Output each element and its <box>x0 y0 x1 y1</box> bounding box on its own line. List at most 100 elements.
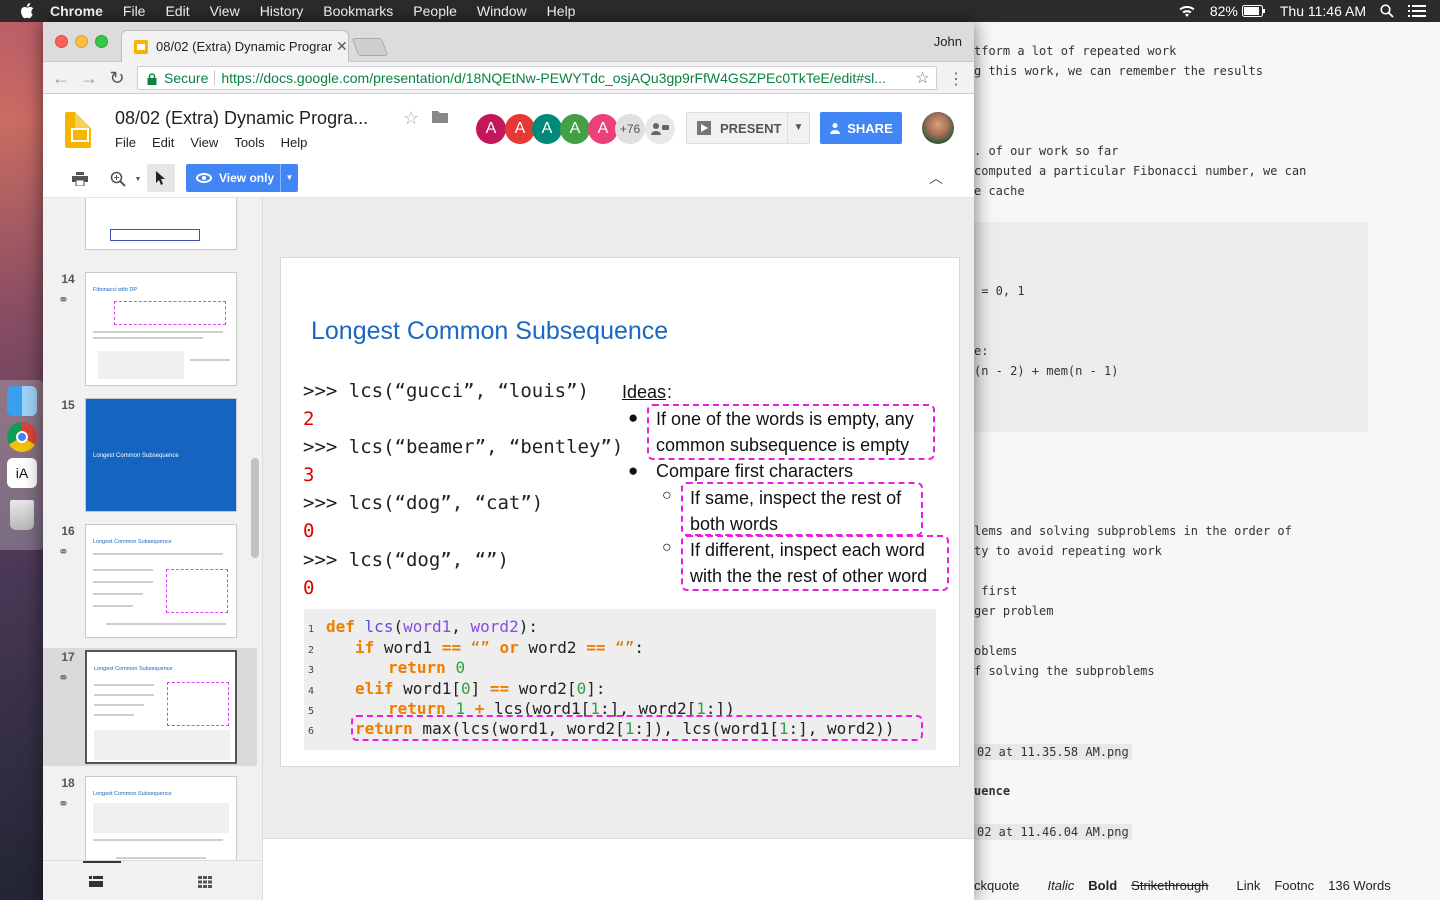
tab-close-icon[interactable]: ✕ <box>336 38 348 55</box>
link-icon[interactable]: ⚭ <box>58 670 74 686</box>
more-vertical-icon[interactable]: ⋮ <box>948 69 964 89</box>
user-avatar[interactable] <box>922 112 954 144</box>
strikethrough-button[interactable]: Strikethrough <box>1131 878 1208 893</box>
filmstrip-slide[interactable]: 14 ⚭ Fibonacci with DP <box>43 270 257 388</box>
close-window-button[interactable] <box>55 35 68 48</box>
zoom-icon[interactable] <box>107 168 129 190</box>
new-tab-button[interactable] <box>351 38 389 56</box>
filmstrip-slide-selected[interactable]: 17 ⚭ Longest Common Subsequence <box>43 648 257 766</box>
viewer-avatar[interactable]: A <box>505 114 535 144</box>
viewer-avatar[interactable]: A <box>532 114 562 144</box>
editor-heading: uence <box>974 784 1011 798</box>
profile-name[interactable]: John <box>934 34 962 49</box>
chevron-up-icon[interactable]: ︿ <box>929 168 943 188</box>
menu-edit[interactable]: Edit <box>165 3 189 19</box>
chevron-down-icon[interactable]: ▼ <box>787 113 809 143</box>
filmstrip-slide[interactable]: 15 Longest Common Subsequence <box>43 396 257 514</box>
viewer-avatar[interactable]: A <box>588 114 618 144</box>
zoom-window-button[interactable] <box>95 35 108 48</box>
document-title[interactable]: 08/02 (Extra) Dynamic Progra... <box>115 108 368 129</box>
apple-icon[interactable] <box>18 3 36 19</box>
slide-thumbnail[interactable]: Fibonacci with DP <box>85 272 237 386</box>
code-line: 3 return 0 <box>308 658 466 677</box>
menu-people[interactable]: People <box>413 3 457 19</box>
menu-help[interactable]: Help <box>547 3 576 19</box>
filmstrip-scrollbar[interactable] <box>251 458 259 558</box>
slides-menu-file[interactable]: File <box>115 135 136 150</box>
viewer-avatar[interactable]: A <box>560 114 590 144</box>
slides-menu-help[interactable]: Help <box>281 135 308 150</box>
footnote-button[interactable]: Footnc <box>1274 878 1314 893</box>
address-bar[interactable]: Secure https://docs.google.com/presentat… <box>137 66 937 90</box>
chrome-icon[interactable] <box>7 422 37 452</box>
slides-menu-view[interactable]: View <box>190 135 218 150</box>
view-only-chevron-icon[interactable]: ▼ <box>280 164 298 192</box>
slides-menu-edit[interactable]: Edit <box>152 135 174 150</box>
slides-menu-tools[interactable]: Tools <box>234 135 264 150</box>
repl-output: 0 <box>303 520 315 542</box>
secure-label: Secure <box>164 70 209 86</box>
menu-file[interactable]: File <box>123 3 146 19</box>
repl-output: 0 <box>303 577 315 599</box>
editor-format-bar: ckquote Italic Bold Strikethrough Link F… <box>972 870 1440 900</box>
more-viewers-count[interactable]: +76 <box>615 114 645 144</box>
bookmark-star-icon[interactable]: ☆ <box>915 68 929 88</box>
editor-line: g this work, we can remember the results <box>974 64 1263 78</box>
link-icon[interactable]: ⚭ <box>58 796 74 812</box>
present-button[interactable]: PRESENT ▼ <box>686 112 810 144</box>
filmstrip-slide[interactable]: 16 ⚭ Longest Common Subsequence <box>43 522 257 640</box>
slide-thumbnail[interactable]: Longest Common Subsequence <box>85 524 237 638</box>
menu-app-name[interactable]: Chrome <box>50 3 103 19</box>
clock[interactable]: Thu 11:46 AM <box>1280 3 1366 19</box>
editor-image-ref: 02 at 11.35.58 AM.png <box>974 744 1132 760</box>
editor-line: computed a particular Fibonacci number, … <box>974 164 1307 178</box>
browser-tab[interactable]: 08/02 (Extra) Dynamic Programming ✕ <box>121 30 349 62</box>
minimize-window-button[interactable] <box>75 35 88 48</box>
trash-icon[interactable] <box>10 500 34 530</box>
star-document-icon[interactable]: ☆ <box>403 108 419 129</box>
menu-bookmarks[interactable]: Bookmarks <box>323 3 393 19</box>
editor-line: e cache <box>974 184 1025 198</box>
reload-icon[interactable]: ↻ <box>107 68 127 88</box>
bold-button[interactable]: Bold <box>1088 878 1117 893</box>
repl-input: >>> lcs(“dog”, “cat”) <box>303 492 544 514</box>
move-to-folder-icon[interactable] <box>431 108 449 129</box>
spotlight-search-icon[interactable] <box>1380 4 1394 18</box>
select-cursor-icon[interactable] <box>147 164 175 192</box>
back-arrow-icon[interactable]: ← <box>51 68 71 88</box>
italic-button[interactable]: Italic <box>1048 878 1075 893</box>
url-text[interactable]: https://docs.google.com/presentation/d/1… <box>221 70 911 86</box>
lock-icon <box>146 72 158 85</box>
ia-writer-icon[interactable]: iA <box>7 458 37 488</box>
filmstrip-slide[interactable]: 18 ⚭ Longest Common Subsequence <box>43 774 257 860</box>
zoom-chevron-down-icon[interactable]: ▼ <box>127 168 149 190</box>
blockquote-button[interactable]: ckquote <box>974 878 1020 893</box>
menu-view[interactable]: View <box>210 3 240 19</box>
list-view-icon[interactable] <box>89 875 103 887</box>
notification-center-icon[interactable] <box>1408 4 1426 18</box>
slide-thumbnail[interactable]: Longest Common Subsequence <box>85 776 237 860</box>
wifi-icon[interactable] <box>1178 4 1196 18</box>
filmstrip-slide[interactable] <box>43 198 257 252</box>
link-icon[interactable]: ⚭ <box>58 544 74 560</box>
word-count[interactable]: 136 Words <box>1328 878 1391 893</box>
grid-view-icon[interactable] <box>198 875 212 888</box>
forward-arrow-icon[interactable]: → <box>79 68 99 88</box>
viewer-avatar[interactable]: A <box>476 114 506 144</box>
comments-icon[interactable] <box>645 114 675 144</box>
slide-thumbnail[interactable] <box>85 198 237 250</box>
speaker-notes[interactable] <box>263 844 974 900</box>
menu-history[interactable]: History <box>260 3 304 19</box>
menu-window[interactable]: Window <box>477 3 527 19</box>
slide-thumbnail[interactable]: Longest Common Subsequence <box>85 650 237 764</box>
filmstrip-view-switcher <box>43 860 263 900</box>
link-button[interactable]: Link <box>1237 878 1261 893</box>
slide-thumbnail[interactable]: Longest Common Subsequence <box>85 398 237 512</box>
print-icon[interactable] <box>69 168 91 190</box>
view-only-button[interactable]: View only ▼ <box>186 164 298 192</box>
share-button[interactable]: SHARE <box>820 112 902 144</box>
slides-logo-icon[interactable] <box>65 112 91 148</box>
battery-icon[interactable] <box>1241 5 1266 17</box>
link-icon[interactable]: ⚭ <box>58 292 74 308</box>
finder-icon[interactable] <box>7 386 37 416</box>
